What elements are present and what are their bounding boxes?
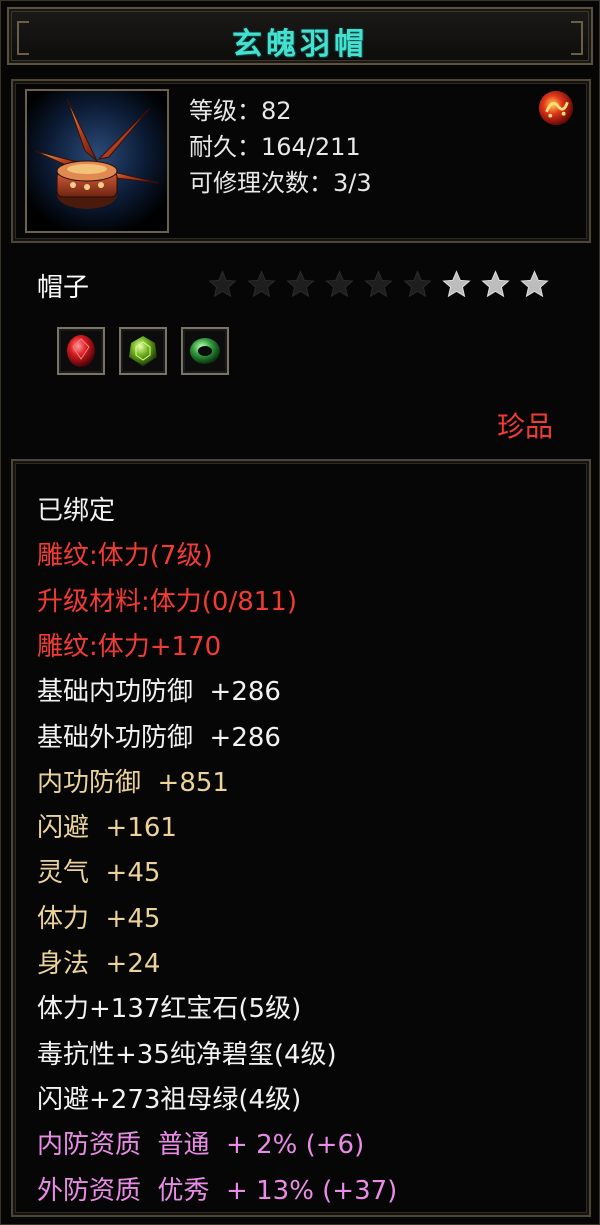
star-lit-icon	[442, 270, 471, 298]
jade-ring-gem-icon	[190, 338, 220, 364]
item-icon-frame	[25, 89, 169, 233]
attribute-line: 身法 +24	[37, 949, 161, 979]
star-dim-icon	[364, 270, 393, 298]
attribute-line: 体力+137红宝石(5级)	[37, 994, 302, 1025]
star-dim-icon	[286, 270, 315, 298]
attribute-line: 闪避+273祖母绿(4级)	[37, 1084, 302, 1115]
rarity-label: 珍品	[496, 410, 553, 443]
attribute-line: 内防资质 普通 + 2% (+6)	[37, 1130, 365, 1161]
item-repair-count: 可修理次数：3/3	[189, 169, 372, 197]
socketed-gems	[57, 327, 229, 375]
ruby-gem-icon	[67, 335, 95, 367]
attribute-line: 内功防御 +851	[37, 767, 229, 798]
attribute-line: 毒抗性+35纯净碧玺(4级)	[37, 1039, 337, 1070]
star-dim-icon	[325, 270, 354, 298]
peridot-gem-icon	[129, 336, 157, 366]
title-bar: 玄魄羽帽	[7, 7, 593, 65]
attribute-line: 基础内功防御 +286	[37, 677, 281, 708]
attribute-line: 体力 +45	[37, 903, 161, 934]
star-lit-icon	[520, 270, 549, 298]
item-type: 帽子	[37, 273, 90, 303]
star-dim-icon	[247, 270, 276, 298]
red-seal-icon	[538, 90, 574, 126]
attribute-line: 雕纹:体力+170	[37, 631, 222, 662]
star-dim-icon	[403, 270, 432, 298]
gem-slot-3[interactable]	[181, 327, 229, 375]
star-lit-icon	[481, 270, 510, 298]
feathered-hat-icon	[27, 91, 167, 231]
item-level: 等级：82	[189, 97, 292, 125]
item-durability: 耐久：164/211	[189, 133, 361, 161]
gem-slot-1[interactable]	[57, 327, 105, 375]
attribute-line: 雕纹:体力(7级)	[37, 541, 213, 572]
attribute-line: 已绑定	[37, 496, 116, 526]
attribute-line: 闪避 +161	[37, 813, 177, 844]
item-tooltip: 玄魄羽帽 等级：82 耐久：164/211 可修理次数：3/3 帽子 珍品 已绑…	[0, 0, 600, 1225]
attribute-panel: 已绑定雕纹:体力(7级) 升级材料:体力(0/811) 雕纹:体力+170 基础内功防…	[11, 459, 591, 1217]
attribute-line: 灵气 +45	[37, 858, 161, 889]
star-rating	[207, 269, 550, 300]
gem-slot-2[interactable]	[119, 327, 167, 375]
attribute-line: 升级材料:体力(0/811)	[37, 586, 297, 617]
attribute-line: 外防资质 优秀 + 13% (+37)	[37, 1175, 398, 1206]
item-name: 玄魄羽帽	[232, 27, 368, 62]
item-header: 等级：82 耐久：164/211 可修理次数：3/3	[11, 79, 591, 243]
attribute-line: 基础外功防御 +286	[37, 722, 281, 753]
star-dim-icon	[208, 270, 237, 298]
